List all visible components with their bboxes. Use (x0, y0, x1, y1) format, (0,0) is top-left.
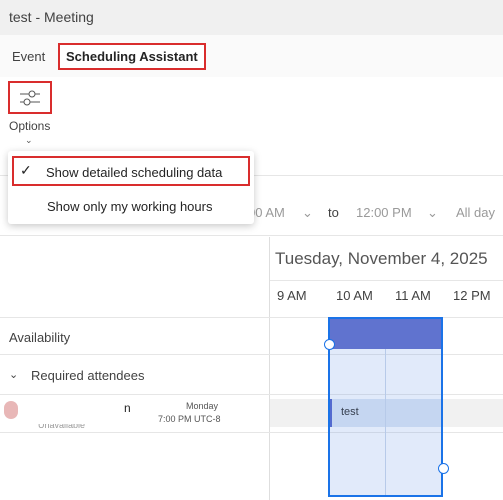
resize-handle-bottom[interactable] (438, 463, 449, 474)
resize-handle-top[interactable] (324, 339, 335, 350)
menu-item-label: Show detailed scheduling data (46, 165, 223, 180)
tab-bar: Event Scheduling Assistant (0, 35, 503, 78)
column-divider (269, 237, 270, 500)
chevron-down-icon[interactable]: ⌄ (427, 205, 438, 221)
to-label: to (328, 205, 339, 220)
tab-event[interactable]: Event (12, 49, 45, 64)
menu-item-show-detailed[interactable]: ✓ Show detailed scheduling data (12, 156, 250, 186)
hour-label: 12 PM (453, 288, 491, 303)
checkmark-icon: ✓ (20, 162, 32, 178)
hour-label: 10 AM (336, 288, 373, 303)
meeting-time-selection[interactable] (328, 317, 443, 497)
availability-label: Availability (9, 330, 71, 345)
options-label: Options (9, 119, 51, 133)
date-header: Tuesday, November 4, 2025 (275, 249, 488, 268)
attendee-time: 7:00 PM UTC-8 (158, 414, 221, 424)
window-title: test - Meeting (9, 9, 94, 25)
hour-label: 9 AM (277, 288, 307, 303)
attendee-day: Monday (186, 401, 219, 411)
all-day-toggle[interactable]: All day (456, 205, 495, 220)
menu-item-working-hours[interactable]: Show only my working hours (12, 192, 250, 222)
attendee-status: Unavailable (38, 420, 86, 430)
attendee-name: n (124, 401, 131, 415)
menu-item-label: Show only my working hours (47, 199, 213, 214)
chevron-down-icon[interactable]: ⌄ (25, 135, 33, 146)
hour-label: 11 AM (395, 288, 431, 303)
chevron-down-icon[interactable]: ⌄ (302, 205, 313, 221)
chevron-down-icon[interactable]: ⌄ (9, 368, 18, 381)
title-bar: test - Meeting (0, 0, 503, 35)
sliders-icon (20, 90, 40, 106)
end-time[interactable]: 12:00 PM (356, 205, 412, 220)
tab-scheduling-assistant[interactable]: Scheduling Assistant (58, 43, 206, 70)
required-attendees-label[interactable]: Required attendees (31, 368, 144, 383)
avatar[interactable] (4, 401, 18, 419)
divider (270, 280, 503, 281)
options-button[interactable] (8, 81, 52, 114)
options-dropdown: ✓ Show detailed scheduling data Show onl… (8, 151, 254, 224)
